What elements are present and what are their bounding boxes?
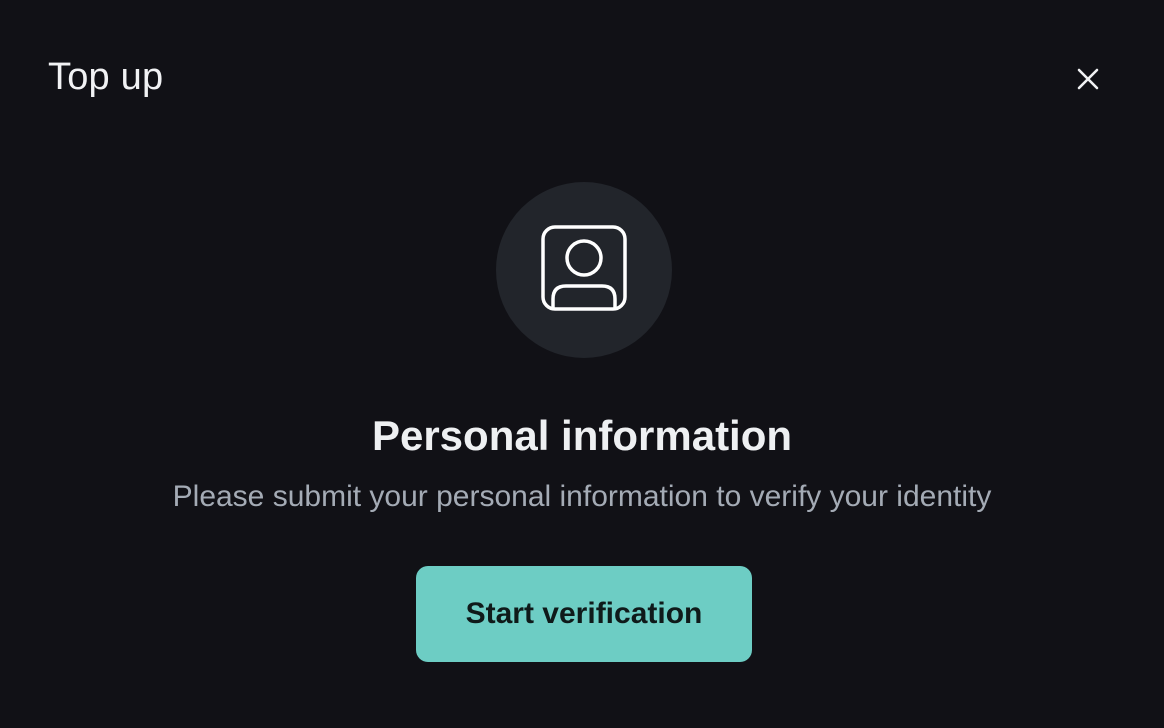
- close-button[interactable]: [1068, 60, 1108, 100]
- close-icon: [1076, 67, 1100, 94]
- top-up-modal: Top up Personal information Please submi…: [0, 0, 1164, 728]
- start-verification-button[interactable]: Start verification: [416, 566, 752, 662]
- verification-description: Please submit your personal information …: [172, 480, 992, 513]
- personal-information-heading: Personal information: [371, 412, 793, 459]
- user-profile-icon: [541, 224, 627, 316]
- user-icon-circle: [496, 182, 672, 358]
- modal-title: Top up: [48, 56, 164, 98]
